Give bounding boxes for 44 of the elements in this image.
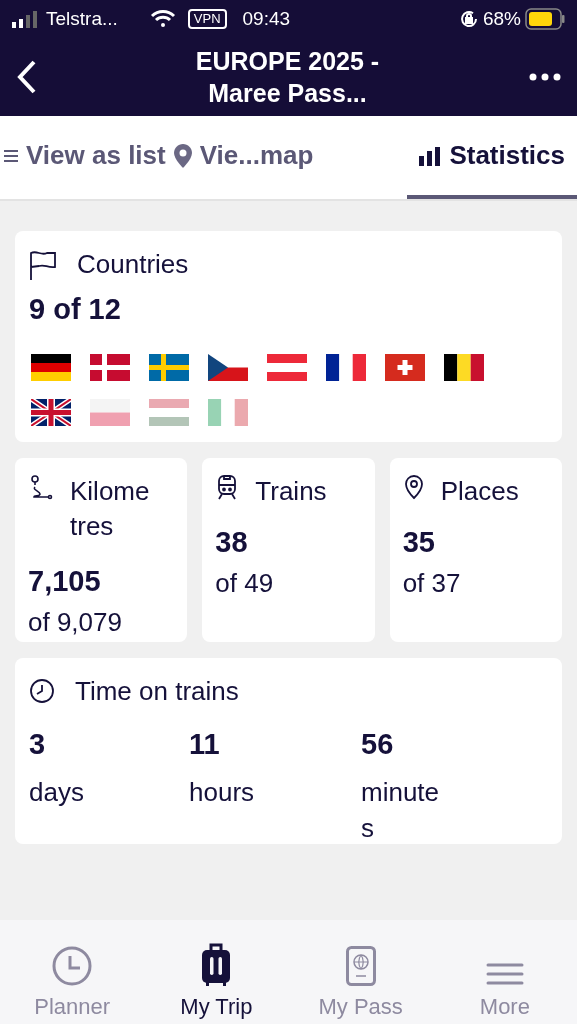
view-tab[interactable]: Statistics (407, 116, 577, 199)
time-unit: hours (189, 776, 256, 809)
rotation-lock-icon (458, 9, 479, 29)
card-title: Time on trains (75, 674, 239, 708)
carrier-name: Telstra... (46, 6, 118, 31)
stat-value: 7,105 (28, 563, 102, 599)
time-value: 3 (29, 726, 47, 762)
flag-outline-icon (29, 249, 57, 280)
vpn-badge: VPN (187, 9, 227, 29)
stat-title: Places (440, 474, 520, 508)
stat-total: of 9,079 (28, 606, 123, 639)
stat-value: 35 (402, 524, 436, 560)
wifi-icon (149, 10, 176, 28)
card-title: Countries (77, 248, 189, 281)
suitcase-icon (201, 942, 232, 986)
country-count: 9 of 12 (29, 292, 122, 327)
pin-icon (173, 143, 192, 168)
time-unit: days (29, 776, 85, 809)
view-tab[interactable]: View as list (0, 116, 170, 199)
more-button[interactable] (529, 73, 561, 81)
back-icon (16, 59, 38, 95)
stat-total: of 49 (215, 567, 275, 600)
view-tab[interactable]: Vie...map (169, 116, 318, 199)
battery-icon (525, 8, 565, 30)
trip-title: EUROPE 2025 - Maree Pass... (194, 46, 381, 109)
menu-icon (485, 962, 524, 986)
stat-value: 38 (215, 524, 249, 560)
time-value: 11 (189, 726, 221, 762)
stat-title: Trains (255, 474, 328, 508)
chart-icon (419, 145, 442, 166)
stat-total: of 37 (402, 567, 462, 600)
more-icon (529, 73, 561, 81)
nav-tab[interactable]: My Trip (144, 942, 289, 1024)
clock-icon (52, 946, 93, 986)
stat-title: Kilometres (70, 474, 151, 543)
passport-icon (345, 946, 376, 986)
time-unit: minutes (361, 776, 441, 845)
battery-percent: 68% (482, 6, 521, 31)
clock-icon (29, 678, 55, 704)
clock-time: 09:43 (242, 6, 291, 31)
list-icon (4, 147, 18, 164)
time-value: 56 (361, 726, 395, 762)
route-icon (28, 473, 54, 500)
location-icon (402, 473, 425, 500)
